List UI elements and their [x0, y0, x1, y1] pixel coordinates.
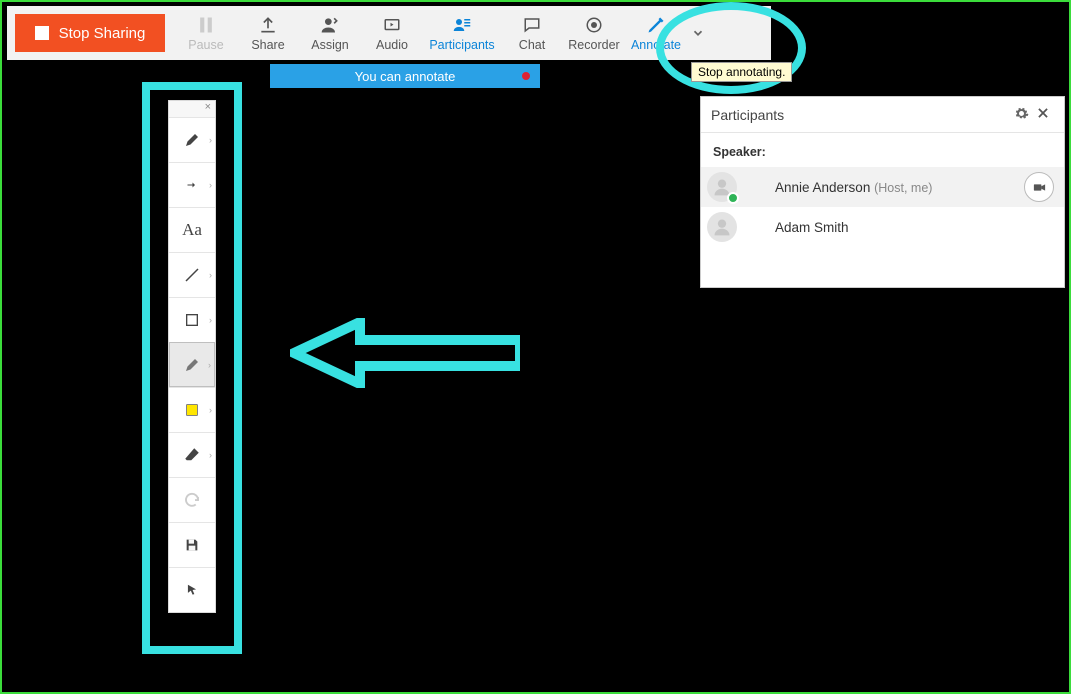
palette-highlighter-tool[interactable]: › [169, 342, 215, 387]
audio-icon [381, 15, 403, 35]
audio-button[interactable]: Audio [361, 6, 423, 60]
chevron-right-icon: › [209, 405, 212, 415]
camera-button[interactable] [1024, 172, 1054, 202]
chevron-right-icon: › [209, 180, 212, 190]
participants-panel-header: Participants [701, 97, 1064, 133]
text-icon: Aa [182, 220, 202, 240]
annotate-banner: You can annotate [270, 64, 540, 88]
palette-pen-tool[interactable]: › [169, 117, 215, 162]
chevron-right-icon: › [209, 450, 212, 460]
annotate-button[interactable]: Annotate [625, 6, 687, 60]
participants-panel-title: Participants [711, 107, 1010, 123]
chevron-right-icon: › [209, 315, 212, 325]
participant-meta: (Host, me) [874, 181, 932, 195]
chevron-right-icon: › [209, 135, 212, 145]
upload-icon [257, 15, 279, 35]
pencil-icon [645, 15, 667, 35]
toolbar-more-button[interactable] [687, 6, 709, 60]
participants-speaker-label: Speaker: [701, 133, 1064, 167]
pause-icon [195, 15, 217, 35]
palette-arrow-tool[interactable]: › [169, 162, 215, 207]
palette-pointer-tool[interactable] [169, 567, 215, 612]
avatar [707, 172, 737, 202]
participants-button[interactable]: Participants [423, 6, 501, 60]
chat-button[interactable]: Chat [501, 6, 563, 60]
recorder-button[interactable]: Recorder [563, 6, 625, 60]
chevron-right-icon: › [209, 270, 212, 280]
palette-rectangle-tool[interactable]: › [169, 297, 215, 342]
close-icon[interactable] [1032, 106, 1054, 123]
presence-indicator [727, 192, 739, 204]
instruction-arrow-icon [290, 318, 520, 388]
participant-name: Adam Smith [745, 220, 1054, 235]
pause-button[interactable]: Pause [175, 6, 237, 60]
assign-button[interactable]: Assign [299, 6, 361, 60]
palette-close-button[interactable]: × [169, 101, 215, 117]
chat-icon [521, 15, 543, 35]
palette-fill-tool[interactable]: › [169, 387, 215, 432]
palette-save-tool[interactable] [169, 522, 215, 567]
annotation-palette-highlight: × › › Aa › › › › › [142, 82, 242, 654]
palette-undo-tool[interactable] [169, 477, 215, 522]
participants-panel: Participants Speaker: Annie Anderson (Ho… [700, 96, 1065, 288]
participant-row[interactable]: Adam Smith [701, 207, 1064, 247]
assign-icon [319, 15, 341, 35]
record-icon [583, 15, 605, 35]
annotation-palette: × › › Aa › › › › › [168, 100, 216, 613]
gear-icon[interactable] [1010, 106, 1032, 124]
stop-icon [35, 26, 49, 40]
participant-name: Annie Anderson (Host, me) [745, 180, 1016, 195]
stop-sharing-button[interactable]: Stop Sharing [15, 14, 165, 52]
avatar [707, 212, 737, 242]
palette-line-tool[interactable]: › [169, 252, 215, 297]
participant-row[interactable]: Annie Anderson (Host, me) [701, 167, 1064, 207]
meeting-toolbar: Stop Sharing Pause Share Assign Audio Pa… [7, 6, 771, 60]
chevron-right-icon: › [208, 360, 211, 370]
annotate-banner-text: You can annotate [355, 69, 456, 84]
share-button[interactable]: Share [237, 6, 299, 60]
palette-eraser-tool[interactable]: › [169, 432, 215, 477]
recording-dot-icon [522, 72, 530, 80]
participants-icon [451, 15, 473, 35]
annotate-tooltip: Stop annotating. [691, 62, 792, 82]
stop-sharing-label: Stop Sharing [59, 25, 146, 42]
palette-text-tool[interactable]: Aa [169, 207, 215, 252]
